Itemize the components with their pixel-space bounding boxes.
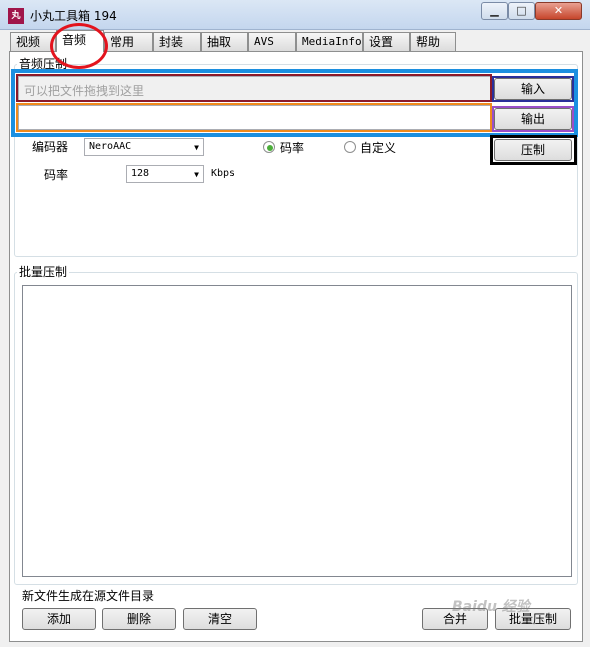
- chevron-down-icon: ▼: [194, 143, 199, 152]
- tab-mediainfo[interactable]: MediaInfo: [296, 32, 363, 51]
- tab-help[interactable]: 帮助: [410, 32, 456, 51]
- radio-bitrate-label: 码率: [280, 141, 305, 155]
- input-file-field[interactable]: 可以把文件拖拽到这里: [18, 76, 491, 101]
- audio-compress-label: 音频压制: [17, 55, 70, 72]
- tab-settings[interactable]: 设置: [363, 32, 410, 51]
- encoder-label: 编码器: [32, 140, 69, 154]
- maximize-button[interactable]: □: [508, 2, 535, 20]
- compress-button[interactable]: 压制: [494, 139, 572, 161]
- tab-avs[interactable]: AVS: [248, 32, 296, 51]
- output-file-field[interactable]: [18, 105, 491, 130]
- input-file-placeholder: 可以把文件拖拽到这里: [24, 84, 145, 98]
- tab-common[interactable]: 常用: [104, 32, 153, 51]
- output-button[interactable]: 输出: [494, 108, 572, 130]
- encoder-value: NeroAAC: [89, 141, 132, 152]
- bitrate-label: 码率: [44, 168, 69, 182]
- minimize-button[interactable]: ▁: [481, 2, 508, 20]
- bitrate-value: 128: [131, 168, 150, 179]
- clear-button[interactable]: 清空: [183, 608, 257, 630]
- bitrate-unit: Kbps: [211, 168, 236, 179]
- delete-button[interactable]: 删除: [102, 608, 176, 630]
- bitrate-select[interactable]: 128 ▼: [126, 165, 204, 183]
- window-title: 小丸工具箱 194: [30, 9, 117, 23]
- radio-bitrate[interactable]: [263, 141, 275, 153]
- input-button[interactable]: 输入: [494, 78, 572, 100]
- add-button[interactable]: 添加: [22, 608, 96, 630]
- watermark: Baidu 经验: [452, 599, 530, 615]
- tab-mux[interactable]: 封装: [153, 32, 201, 51]
- tab-video[interactable]: 视频: [10, 32, 56, 51]
- tab-extract[interactable]: 抽取: [201, 32, 248, 51]
- app-icon: 丸: [8, 8, 24, 24]
- batch-note: 新文件生成在源文件目录: [22, 589, 155, 603]
- tab-audio[interactable]: 音频: [56, 30, 104, 52]
- encoder-select[interactable]: NeroAAC ▼: [84, 138, 204, 156]
- chevron-down-icon: ▼: [194, 170, 199, 179]
- close-button[interactable]: ✕: [535, 2, 582, 20]
- batch-file-list[interactable]: [22, 285, 572, 577]
- batch-group-label: 批量压制: [17, 263, 70, 280]
- radio-custom-label: 自定义: [360, 141, 397, 155]
- radio-custom[interactable]: [344, 141, 356, 153]
